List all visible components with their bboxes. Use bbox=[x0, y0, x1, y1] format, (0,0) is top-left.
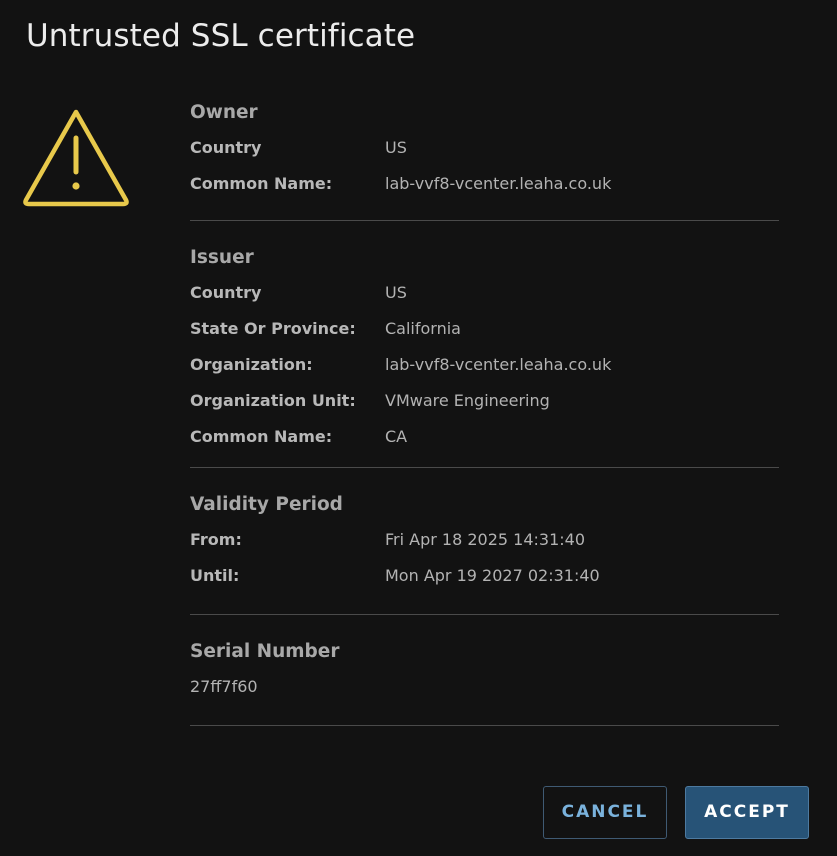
accept-button[interactable]: ACCEPT bbox=[685, 786, 809, 839]
owner-section: Owner Country US Common Name: lab-vvf8-v… bbox=[190, 98, 779, 221]
row-value: Fri Apr 18 2025 14:31:40 bbox=[385, 530, 586, 549]
row-label: Country bbox=[190, 283, 262, 302]
row-label: Common Name: bbox=[190, 174, 333, 193]
issuer-common-name-row: Common Name: CA bbox=[190, 419, 779, 455]
issuer-organization-row: Organization: lab-vvf8-vcenter.leaha.co.… bbox=[190, 347, 779, 383]
row-label: Common Name: bbox=[190, 427, 333, 446]
dialog-title: Untrusted SSL certificate bbox=[26, 18, 416, 54]
owner-heading: Owner bbox=[190, 102, 258, 123]
issuer-org-unit-row: Organization Unit: VMware Engineering bbox=[190, 383, 779, 419]
row-label: Organization Unit: bbox=[190, 391, 356, 410]
cancel-button[interactable]: CANCEL bbox=[543, 786, 667, 839]
serial-heading: Serial Number bbox=[190, 641, 340, 662]
serial-section: Serial Number 27ff7f60 bbox=[190, 615, 779, 726]
validity-until-row: Until: Mon Apr 19 2027 02:31:40 bbox=[190, 558, 779, 594]
row-label: Organization: bbox=[190, 355, 313, 374]
issuer-state-row: State Or Province: California bbox=[190, 311, 779, 347]
certificate-details: Owner Country US Common Name: lab-vvf8-v… bbox=[190, 98, 779, 726]
row-label: Country bbox=[190, 138, 262, 157]
row-value: CA bbox=[385, 427, 408, 446]
validity-section: Validity Period From: Fri Apr 18 2025 14… bbox=[190, 468, 779, 615]
row-value: US bbox=[385, 138, 407, 157]
row-label: From: bbox=[190, 530, 242, 549]
row-value: lab-vvf8-vcenter.leaha.co.uk bbox=[385, 174, 612, 193]
row-value: lab-vvf8-vcenter.leaha.co.uk bbox=[385, 355, 612, 374]
row-label: Until: bbox=[190, 566, 240, 585]
ssl-certificate-dialog: Untrusted SSL certificate Owner Country … bbox=[0, 0, 837, 856]
warning-triangle-icon bbox=[22, 106, 130, 208]
validity-from-row: From: Fri Apr 18 2025 14:31:40 bbox=[190, 522, 779, 558]
row-value: Mon Apr 19 2027 02:31:40 bbox=[385, 566, 600, 585]
row-value: VMware Engineering bbox=[385, 391, 550, 410]
issuer-section: Issuer Country US State Or Province: Cal… bbox=[190, 221, 779, 468]
row-value: US bbox=[385, 283, 407, 302]
serial-number-value: 27ff7f60 bbox=[190, 677, 258, 696]
validity-heading: Validity Period bbox=[190, 494, 343, 515]
issuer-country-row: Country US bbox=[190, 275, 779, 311]
owner-country-row: Country US bbox=[190, 130, 779, 166]
row-value: California bbox=[385, 319, 461, 338]
owner-common-name-row: Common Name: lab-vvf8-vcenter.leaha.co.u… bbox=[190, 166, 779, 202]
issuer-heading: Issuer bbox=[190, 247, 254, 268]
row-label: State Or Province: bbox=[190, 319, 356, 338]
